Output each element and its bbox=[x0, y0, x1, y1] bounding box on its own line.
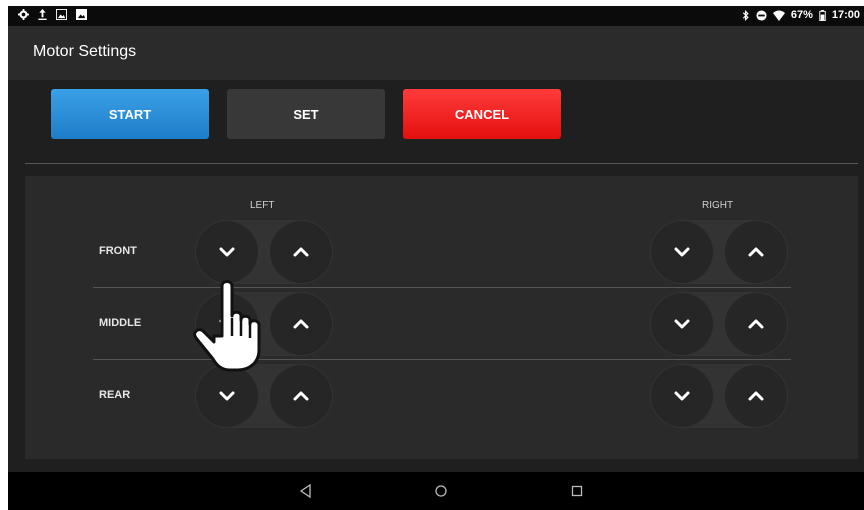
front-right-control bbox=[650, 220, 788, 284]
chevron-down-icon bbox=[219, 391, 235, 401]
row-label-front: FRONT bbox=[99, 245, 137, 257]
tap-hand-icon bbox=[193, 280, 261, 372]
gallery-icon bbox=[76, 9, 87, 20]
chevron-down-icon bbox=[219, 247, 235, 257]
chevron-up-icon bbox=[293, 391, 309, 401]
set-button[interactable]: SET bbox=[227, 89, 385, 139]
rear-right-up-button[interactable] bbox=[725, 365, 787, 427]
back-icon[interactable] bbox=[297, 482, 315, 500]
front-left-control bbox=[195, 220, 333, 284]
middle-right-down-button[interactable] bbox=[651, 293, 713, 355]
status-bar: 67% 17:00 bbox=[8, 6, 864, 26]
front-right-up-button[interactable] bbox=[725, 221, 787, 283]
column-label-right: RIGHT bbox=[702, 200, 734, 211]
chevron-up-icon bbox=[293, 247, 309, 257]
bluetooth-icon bbox=[742, 9, 749, 21]
chevron-down-icon bbox=[674, 319, 690, 329]
front-right-down-button[interactable] bbox=[651, 221, 713, 283]
recents-icon[interactable] bbox=[568, 482, 586, 500]
home-icon[interactable] bbox=[432, 482, 450, 500]
status-right: 67% 17:00 bbox=[742, 9, 860, 21]
settings-icon bbox=[18, 9, 29, 20]
device-screen: 67% 17:00 Motor Settings START SET CANCE… bbox=[8, 6, 864, 510]
chevron-up-icon bbox=[748, 391, 764, 401]
row-label-rear: REAR bbox=[99, 389, 131, 401]
chevron-down-icon bbox=[674, 247, 690, 257]
rear-right-control bbox=[650, 364, 788, 428]
chevron-up-icon bbox=[748, 247, 764, 257]
wifi-icon bbox=[772, 10, 785, 21]
chevron-down-icon bbox=[674, 391, 690, 401]
navigation-bar bbox=[8, 472, 864, 510]
column-label-left: LEFT bbox=[250, 200, 275, 211]
chevron-up-icon bbox=[293, 319, 309, 329]
app-bar: Motor Settings bbox=[8, 26, 864, 80]
rear-right-down-button[interactable] bbox=[651, 365, 713, 427]
row-label-middle: MIDDLE bbox=[99, 317, 142, 329]
status-left-icons bbox=[18, 9, 87, 20]
front-left-up-button[interactable] bbox=[270, 221, 332, 283]
start-button[interactable]: START bbox=[51, 89, 209, 139]
image-icon bbox=[56, 9, 67, 20]
battery-percent: 67% bbox=[790, 9, 813, 21]
battery-icon bbox=[819, 9, 826, 21]
page-title: Motor Settings bbox=[33, 43, 137, 60]
middle-right-up-button[interactable] bbox=[725, 293, 787, 355]
front-left-down-button[interactable] bbox=[196, 221, 258, 283]
clock: 17:00 bbox=[831, 9, 860, 21]
divider bbox=[25, 163, 858, 164]
cancel-button[interactable]: CANCEL bbox=[403, 89, 561, 139]
chevron-up-icon bbox=[748, 319, 764, 329]
do-not-disturb-icon bbox=[756, 9, 767, 21]
middle-right-control bbox=[650, 292, 788, 356]
upload-icon bbox=[38, 9, 47, 20]
